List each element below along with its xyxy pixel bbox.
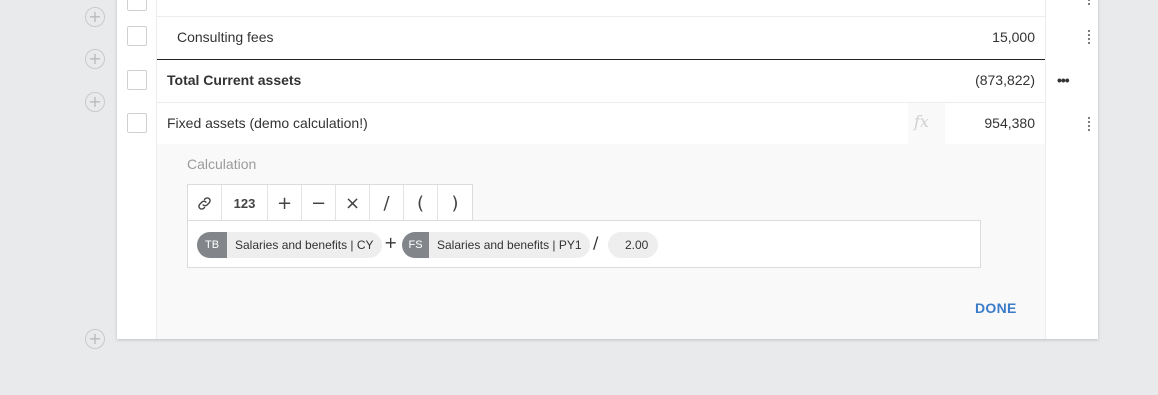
calculation-title: Calculation [187,156,257,172]
chip-badge: FS [402,232,429,258]
formula-operator: + [384,233,398,252]
drag-handle-icon[interactable] [1087,29,1091,45]
minus-button[interactable]: − [302,185,336,221]
table-row [157,0,1045,17]
checkbox-column [117,0,157,339]
close-paren-button[interactable]: ) [438,185,472,221]
row-value: 15,000 [992,29,1035,45]
add-row-icon[interactable]: + [85,7,105,27]
number-button[interactable]: 123 [222,185,268,221]
formula-chip[interactable]: FS Salaries and benefits | PY1 [402,232,590,258]
table-row: Total Current assets (873,822) [157,60,1045,103]
row-label: Consulting fees [177,29,274,45]
drag-handle-icon[interactable] [1087,116,1091,132]
divide-button[interactable]: / [370,185,404,221]
link-button[interactable] [188,185,222,221]
table-row: Consulting fees 15,000 [157,17,1045,60]
row-checkbox[interactable] [127,0,147,11]
actions-column [1045,0,1098,339]
formula-chip[interactable]: TB Salaries and benefits | CY [197,232,382,258]
chip-label: Salaries and benefits | CY [235,238,374,252]
done-button[interactable]: DONE [975,300,1017,316]
calculation-toolbar: 123 + − × / ( ) [187,184,473,221]
formula-editor[interactable]: TB Salaries and benefits | CY + FS Salar… [187,220,981,268]
formula-operator: / [593,233,599,252]
more-horizontal-icon[interactable]: ••• [1057,72,1070,88]
add-row-icon[interactable]: + [85,92,105,112]
row-value: 954,380 [984,115,1035,131]
row-label: Fixed assets (demo calculation!) [167,115,368,131]
row-checkbox[interactable] [127,113,147,133]
add-row-icon[interactable]: + [85,329,105,349]
drag-handle-icon[interactable] [1087,0,1091,6]
row-label: Total Current assets [167,72,302,88]
plus-button[interactable]: + [268,185,302,221]
add-row-icon[interactable]: + [85,49,105,69]
row-checkbox[interactable] [127,70,147,90]
formula-icon: fx [914,112,929,131]
link-icon [198,196,211,210]
chip-label: Salaries and benefits | PY1 [437,238,582,252]
row-value: (873,822) [975,72,1035,88]
number-value: 2.00 [625,238,649,252]
formula-number-chip[interactable]: 2.00 [608,232,659,258]
calculation-panel: Calculation 123 + − × / ( ) TB Salaries … [157,144,1045,339]
multiply-button[interactable]: × [336,185,370,221]
open-paren-button[interactable]: ( [404,185,438,221]
chip-badge: TB [197,232,227,258]
row-checkbox[interactable] [127,26,147,46]
